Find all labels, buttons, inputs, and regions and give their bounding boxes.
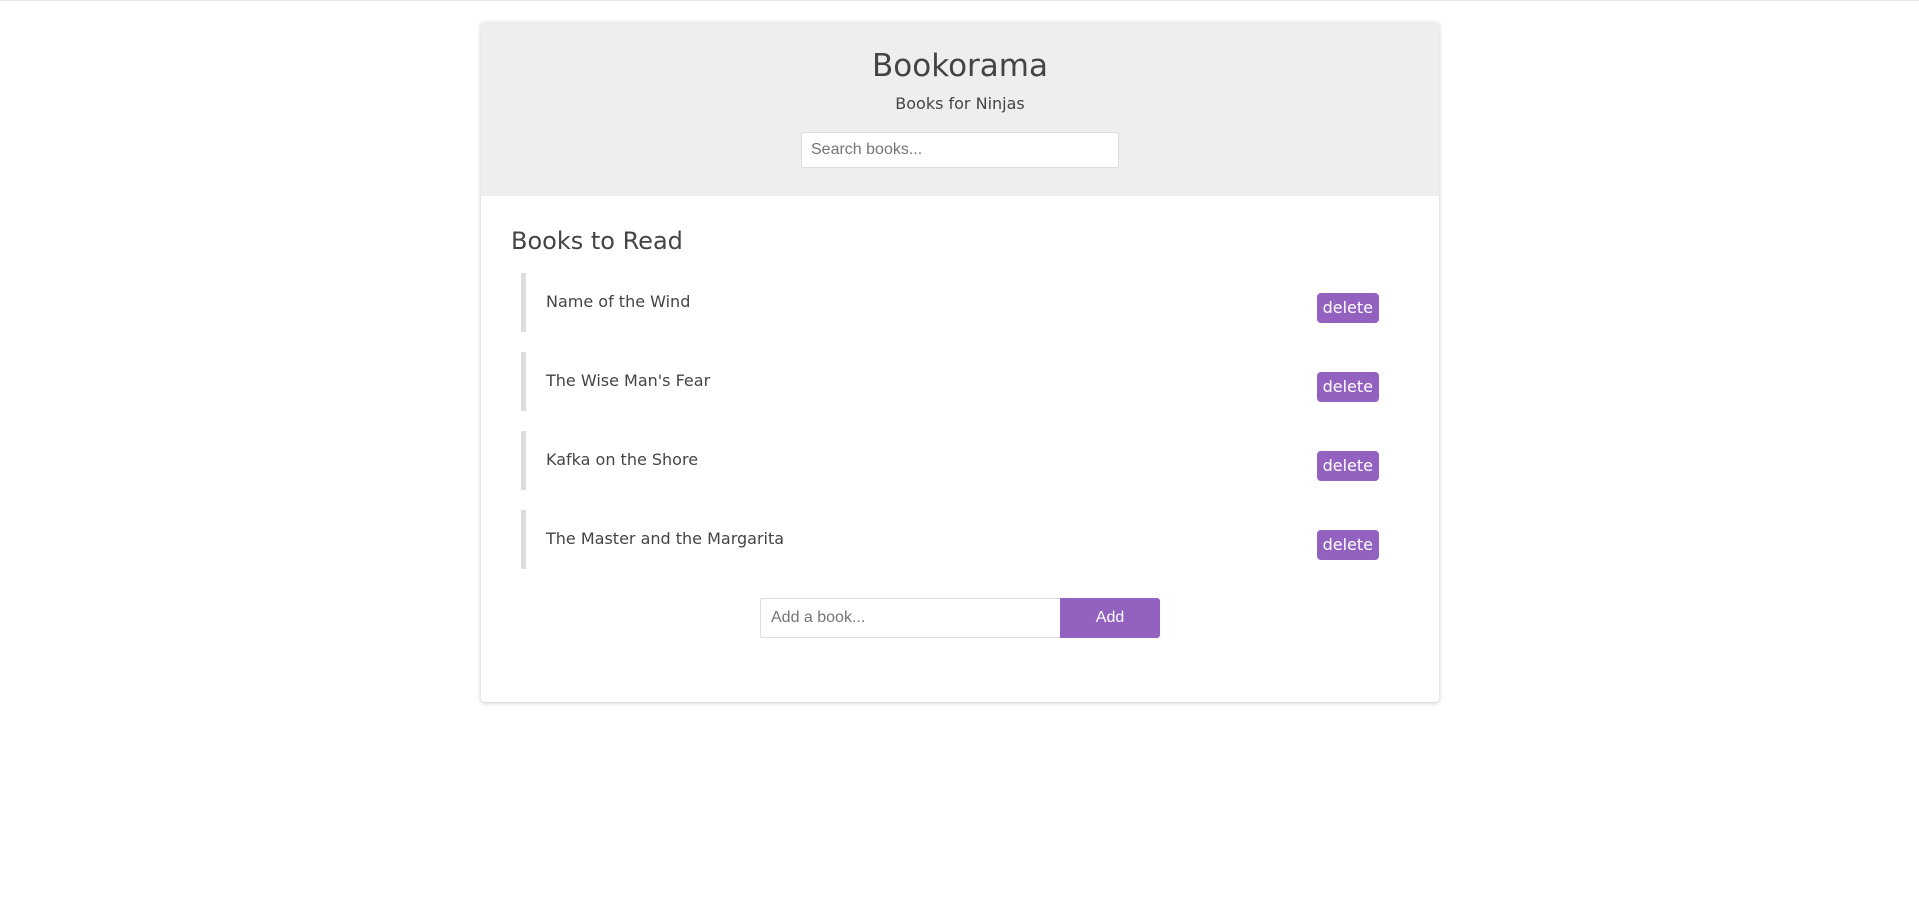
page-banner: Bookorama Books for Ninjas [481, 22, 1439, 196]
page-subtitle: Books for Ninjas [895, 94, 1025, 113]
list-item: The Wise Man's Fear delete [521, 352, 1379, 411]
delete-button[interactable]: delete [1316, 530, 1379, 560]
search-form [481, 132, 1439, 168]
add-book-input[interactable] [760, 598, 1060, 638]
add-button[interactable]: Add [1060, 598, 1160, 638]
book-list-items: Name of the Wind delete The Wise Man's F… [511, 273, 1409, 569]
book-name: The Wise Man's Fear [546, 371, 711, 390]
book-name: The Master and the Margarita [546, 529, 785, 548]
delete-button[interactable]: delete [1316, 372, 1379, 402]
book-list-heading: Books to Read [511, 227, 683, 255]
list-item: The Master and the Margarita delete [521, 510, 1379, 569]
search-input[interactable] [801, 132, 1119, 168]
page-title: Bookorama [872, 48, 1048, 84]
list-item: Kafka on the Shore delete [521, 431, 1379, 490]
book-list: Books to Read Name of the Wind delete Th… [481, 196, 1439, 569]
add-book-form: Add [760, 598, 1160, 638]
delete-button[interactable]: delete [1316, 293, 1379, 323]
book-name: Name of the Wind [546, 292, 691, 311]
book-name: Kafka on the Shore [546, 450, 699, 469]
app-card: Bookorama Books for Ninjas Books to Read… [481, 22, 1439, 702]
delete-button[interactable]: delete [1316, 451, 1379, 481]
list-item: Name of the Wind delete [521, 273, 1379, 332]
